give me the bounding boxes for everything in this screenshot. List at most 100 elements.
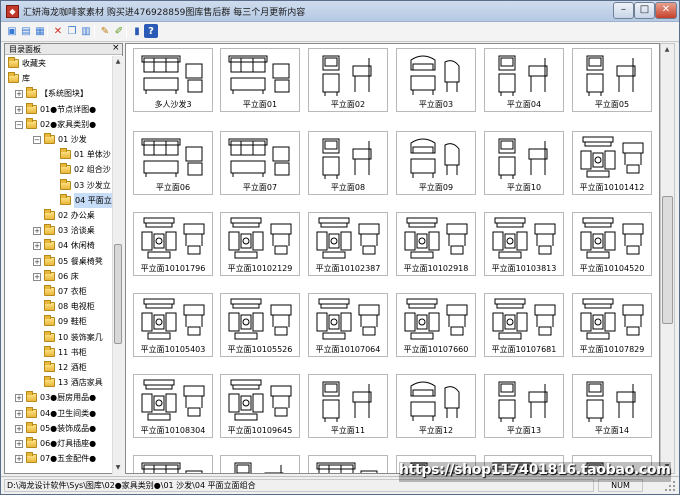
block-thumbnail[interactable]: 平立面01: [220, 48, 300, 112]
tree-item[interactable]: +04 休闲椅: [5, 238, 112, 253]
block-thumbnail[interactable]: 平立面10109645: [220, 374, 300, 438]
expand-icon[interactable]: +: [33, 227, 41, 236]
content-scroll-thumb[interactable]: [662, 196, 673, 324]
block-thumbnail[interactable]: 平立面10: [484, 131, 564, 195]
collapse-icon[interactable]: −: [15, 120, 23, 129]
tree-item[interactable]: +05●装饰成品●: [5, 421, 112, 436]
folder-icon: [44, 330, 55, 342]
tree-item[interactable]: + 【系统图块】: [5, 86, 112, 101]
tree-item[interactable]: 08 电视柜: [5, 299, 112, 314]
open-folder-icon[interactable]: ▣: [5, 24, 19, 38]
expand-icon[interactable]: +: [33, 272, 41, 281]
block-thumbnail[interactable]: 平立面10102387: [308, 212, 388, 276]
folder-icon: [8, 72, 19, 84]
expand-icon[interactable]: +: [15, 409, 23, 418]
block-thumbnail[interactable]: 平立面10101796: [133, 212, 213, 276]
tree-item[interactable]: +07●五金配件●: [5, 451, 112, 466]
block-thumbnail[interactable]: 平立面09: [396, 131, 476, 195]
tree-item[interactable]: 04 平面立: [5, 192, 112, 208]
block-thumbnail[interactable]: 平立面13: [484, 374, 564, 438]
tree-item[interactable]: +06 床: [5, 269, 112, 284]
block-thumbnail[interactable]: 平立面14: [572, 374, 652, 438]
expand-icon[interactable]: +: [15, 455, 23, 464]
tree-item[interactable]: 07 衣柜: [5, 284, 112, 299]
block-thumbnail[interactable]: 平立面11: [308, 374, 388, 438]
block-thumbnail[interactable]: 平立面10102918: [396, 212, 476, 276]
block-thumbnail[interactable]: 平立面06: [133, 131, 213, 195]
maximize-button[interactable]: □: [634, 2, 655, 19]
block-thumbnail[interactable]: [133, 455, 213, 473]
block-thumbnail[interactable]: 平立面10104520: [572, 212, 652, 276]
block-thumbnail[interactable]: 平立面08: [308, 131, 388, 195]
copy-icon[interactable]: ❐: [65, 24, 79, 38]
tree-item[interactable]: 库: [5, 71, 112, 86]
block-thumbnail[interactable]: 平立面10105526: [220, 293, 300, 357]
collapse-icon[interactable]: −: [33, 136, 41, 144]
block-thumbnail[interactable]: 平立面10102129: [220, 212, 300, 276]
tree-item[interactable]: +05 餐桌椅凳: [5, 254, 112, 269]
block-thumbnail[interactable]: 平立面10105403: [133, 293, 213, 357]
shop-watermark: https://shop117401816.taobao.com: [399, 462, 671, 482]
scroll-up-arrow-icon[interactable]: ▲: [662, 44, 672, 55]
title-bar[interactable]: ◆ 汇妍海龙咖啡家素材 购买进476928859图库售后群 每三个月更新内容 –…: [1, 1, 679, 22]
block-thumbnail[interactable]: 平立面10107681: [484, 293, 564, 357]
tree-item[interactable]: 13 酒店家具: [5, 375, 112, 390]
tree-item[interactable]: 收藏夹: [5, 56, 112, 71]
tree-item[interactable]: 01 单体沙: [5, 147, 112, 162]
block-thumbnail[interactable]: 平立面03: [396, 48, 476, 112]
block-thumbnail[interactable]: 平立面10107660: [396, 293, 476, 357]
tree-item[interactable]: − 02●家具类别●: [5, 117, 112, 132]
tree-item[interactable]: +06●灯具插座●: [5, 436, 112, 451]
tree-item[interactable]: 12 酒柜: [5, 360, 112, 375]
expand-icon[interactable]: +: [15, 394, 23, 403]
list-icon[interactable]: ▦: [33, 24, 47, 38]
tree-item[interactable]: 02 组合沙: [5, 162, 112, 177]
tree-item[interactable]: 03 沙发立: [5, 178, 112, 193]
tree-item[interactable]: +01●节点详图●: [5, 102, 112, 117]
block-thumbnail[interactable]: 平立面12: [396, 374, 476, 438]
minimize-button[interactable]: –: [613, 2, 634, 19]
brush-icon[interactable]: ✐: [112, 24, 126, 38]
expand-icon[interactable]: +: [15, 440, 23, 448]
pencil-icon[interactable]: ✎: [98, 24, 112, 38]
tree-item[interactable]: 09 鞋柜: [5, 314, 112, 329]
book-icon[interactable]: ▮: [130, 24, 144, 38]
block-thumbnail[interactable]: 平立面05: [572, 48, 652, 112]
content-scrollbar[interactable]: ▲ ▼: [660, 43, 675, 474]
tree-item[interactable]: +03●厨房用品●: [5, 390, 112, 405]
scroll-up-arrow-icon[interactable]: ▲: [113, 56, 123, 67]
block-thumbnail[interactable]: 平立面10107829: [572, 293, 652, 357]
view-icon[interactable]: ▤: [19, 24, 33, 38]
expand-icon[interactable]: +: [33, 257, 41, 266]
expand-icon[interactable]: +: [15, 424, 23, 433]
close-button[interactable]: ✕: [655, 2, 677, 19]
expand-icon[interactable]: +: [15, 90, 23, 99]
help-icon[interactable]: ?: [144, 24, 158, 38]
block-thumbnail[interactable]: 平立面02: [308, 48, 388, 112]
block-thumbnail[interactable]: 多人沙发3: [133, 48, 213, 112]
tree-item[interactable]: +03 洽谈桌: [5, 223, 112, 238]
furniture-drawing-icon: [498, 381, 548, 422]
block-thumbnail[interactable]: 平立面10103813: [484, 212, 564, 276]
folder-icon: [60, 193, 71, 205]
panel-close-button[interactable]: ×: [112, 43, 120, 53]
block-thumbnail[interactable]: [308, 455, 388, 473]
tree-item[interactable]: − 01 沙发: [5, 132, 112, 147]
expand-icon[interactable]: +: [33, 242, 41, 251]
delete-icon[interactable]: ✕: [51, 24, 65, 38]
block-thumbnail[interactable]: 平立面10107064: [308, 293, 388, 357]
expand-icon[interactable]: +: [15, 105, 23, 114]
tree-item[interactable]: 11 书柜: [5, 345, 112, 360]
tree-item[interactable]: 10 装饰案几: [5, 330, 112, 345]
block-thumbnail[interactable]: 平立面10108304: [133, 374, 213, 438]
block-thumbnail[interactable]: [220, 455, 300, 473]
block-thumbnail[interactable]: 平立面04: [484, 48, 564, 112]
tree-scrollbar[interactable]: ▲ ▼: [112, 56, 123, 474]
block-thumbnail[interactable]: 平立面10101412: [572, 131, 652, 195]
scroll-down-arrow-icon[interactable]: ▼: [113, 462, 123, 473]
block-thumbnail[interactable]: 平立面07: [220, 131, 300, 195]
tree-item[interactable]: +04●卫生间类●: [5, 406, 112, 421]
tree-item[interactable]: 02 办公桌: [5, 208, 112, 223]
tree-scroll-thumb[interactable]: [114, 244, 122, 344]
paste-icon[interactable]: ▥: [79, 24, 93, 38]
